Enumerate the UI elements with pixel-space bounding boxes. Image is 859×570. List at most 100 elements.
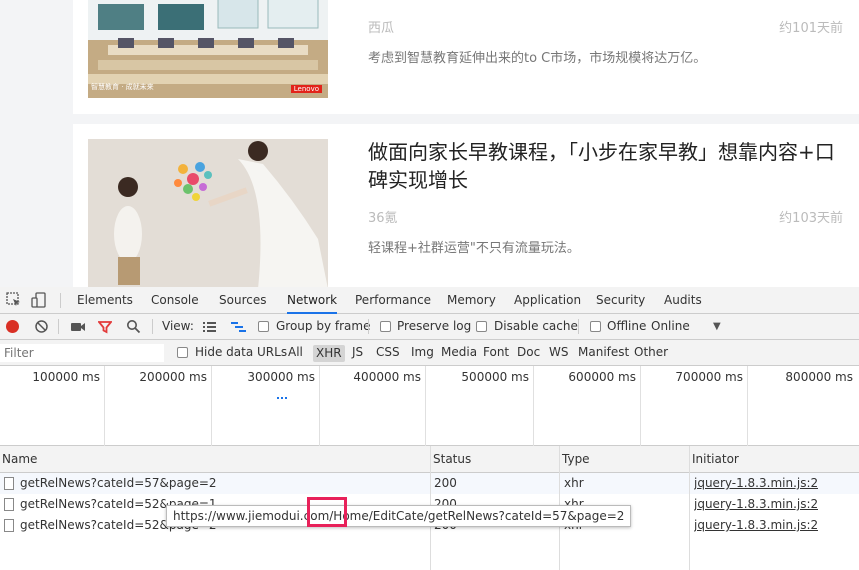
web-page: 智慧教育 · 成就未来 Lenovo 西瓜 约101天前 考虑到智慧教育延伸出来… — [0, 0, 859, 287]
tab-elements[interactable]: Elements — [77, 287, 133, 314]
filter-type-img[interactable]: Img — [411, 340, 434, 366]
offline-label: Offline — [607, 319, 647, 333]
timeline-column: 700000 ms — [641, 366, 748, 446]
devtools-panel: Elements Console Sources Network Perform… — [0, 287, 859, 570]
timeline-column: 200000 ms — [105, 366, 212, 446]
tab-application[interactable]: Application — [514, 287, 581, 314]
request-type: xhr — [564, 476, 584, 490]
article-thumbnail[interactable]: 智慧教育 · 成就未来 Lenovo — [88, 0, 328, 98]
article-source: 西瓜 — [368, 21, 395, 36]
filter-type-css[interactable]: CSS — [376, 340, 400, 366]
filter-type-all[interactable]: All — [288, 340, 303, 366]
article-source: 36氪 — [368, 211, 398, 226]
divider — [60, 293, 61, 308]
preserve-log-label: Preserve log — [397, 319, 472, 333]
filter-type-xhr[interactable]: XHR — [313, 345, 345, 362]
timeline-column: 800000 ms — [748, 366, 859, 446]
article-title[interactable]: 做面向家长早教课程，「小步在家早教」想靠内容+口碑实现增长 — [368, 138, 843, 194]
filter-type-js[interactable]: JS — [352, 340, 363, 366]
group-by-frame-checkbox[interactable] — [258, 321, 269, 332]
divider — [152, 319, 153, 334]
family-photo-image — [88, 139, 328, 287]
search-icon[interactable] — [126, 319, 141, 337]
request-initiator-link[interactable]: jquery-1.8.3.min.js:2 — [694, 515, 818, 536]
tooltip-url-suffix: /EditCate/getRelNews?cateId=57&page=2 — [368, 509, 625, 523]
divider — [58, 319, 59, 334]
clear-icon[interactable] — [34, 319, 49, 337]
tab-performance[interactable]: Performance — [355, 287, 431, 314]
document-icon — [4, 498, 14, 511]
view-label: View: — [162, 319, 194, 333]
divider — [578, 319, 579, 334]
article-time: 约101天前 — [779, 21, 843, 36]
tab-memory[interactable]: Memory — [447, 287, 496, 314]
list-view-icon[interactable] — [202, 321, 217, 336]
tab-network[interactable]: Network — [287, 287, 338, 314]
network-filter-bar: Hide data URLs All XHR JS CSS Img Media … — [0, 340, 859, 366]
timeline-tick-label: 600000 ms — [568, 370, 636, 384]
request-initiator-link[interactable]: jquery-1.8.3.min.js:2 — [694, 494, 818, 515]
devtools-tab-bar: Elements Console Sources Network Perform… — [0, 287, 859, 314]
timeline-tick-label: 700000 ms — [675, 370, 743, 384]
group-by-frame-label: Group by frame — [276, 319, 371, 333]
article-card[interactable]: 做面向家长早教课程，「小步在家早教」想靠内容+口碑实现增长 36氪 约103天前… — [73, 124, 859, 287]
filter-type-ws[interactable]: WS — [549, 340, 568, 366]
network-timeline-overview[interactable]: 100000 ms 200000 ms 300000 ms 400000 ms … — [0, 366, 859, 446]
disable-cache-label: Disable cache — [494, 319, 578, 333]
timeline-column: 100000 ms — [0, 366, 105, 446]
filter-type-media[interactable]: Media — [441, 340, 477, 366]
timeline-column: 500000 ms — [426, 366, 534, 446]
column-header-name[interactable]: Name — [0, 446, 430, 473]
screen: 智慧教育 · 成就未来 Lenovo 西瓜 约101天前 考虑到智慧教育延伸出来… — [0, 0, 859, 570]
filter-type-other[interactable]: Other — [634, 340, 668, 366]
record-icon[interactable] — [6, 320, 19, 333]
column-header-status[interactable]: Status — [431, 446, 559, 473]
tab-console[interactable]: Console — [151, 287, 199, 314]
article-description: 考虑到智慧教育延伸出来的to C市场，市场规模将达万亿。 — [368, 51, 707, 66]
disable-cache-checkbox[interactable] — [476, 321, 487, 332]
lenovo-logo: Lenovo — [290, 85, 322, 93]
document-icon — [4, 477, 14, 490]
timeline-tick-label: 100000 ms — [32, 370, 100, 384]
document-icon — [4, 519, 14, 532]
article-thumbnail[interactable] — [88, 139, 328, 287]
inspect-element-icon[interactable] — [5, 291, 23, 309]
tab-security[interactable]: Security — [596, 287, 645, 314]
divider — [368, 319, 369, 334]
timeline-tick-label: 800000 ms — [785, 370, 853, 384]
article-time: 约103天前 — [779, 211, 843, 226]
network-toolbar: View: Group by frame Preserve log Disabl… — [0, 314, 859, 340]
column-header-initiator[interactable]: Initiator — [690, 446, 859, 473]
tab-audits[interactable]: Audits — [664, 287, 702, 314]
filter-type-font[interactable]: Font — [483, 340, 509, 366]
column-header-type[interactable]: Type — [560, 446, 689, 473]
article-card[interactable]: 智慧教育 · 成就未来 Lenovo 西瓜 约101天前 考虑到智慧教育延伸出来… — [73, 0, 859, 114]
waterfall-view-icon[interactable] — [230, 321, 247, 336]
filter-funnel-icon[interactable] — [97, 320, 113, 337]
filter-type-manifest[interactable]: Manifest — [578, 340, 629, 366]
timeline-tick-label: 200000 ms — [139, 370, 207, 384]
request-initiator-link[interactable]: jquery-1.8.3.min.js:2 — [694, 473, 818, 494]
throttling-select[interactable]: Online — [651, 314, 690, 340]
timeline-column: 300000 ms — [212, 366, 320, 446]
chevron-down-icon[interactable]: ▼ — [713, 314, 721, 340]
column-divider[interactable] — [689, 446, 690, 570]
hide-data-urls-checkbox[interactable] — [177, 347, 188, 358]
preserve-log-checkbox[interactable] — [380, 321, 391, 332]
timeline-column: 400000 ms — [320, 366, 426, 446]
request-name[interactable]: getRelNews?cateId=57&page=2 — [20, 473, 425, 494]
highlight-annotation-box — [307, 497, 347, 527]
timeline-tick-label: 500000 ms — [461, 370, 529, 384]
offline-checkbox[interactable] — [590, 321, 601, 332]
device-toolbar-icon[interactable] — [30, 291, 48, 309]
filter-input[interactable] — [0, 344, 164, 362]
tab-sources[interactable]: Sources — [219, 287, 266, 314]
timeline-column: 600000 ms — [534, 366, 641, 446]
hide-data-urls-label: Hide data URLs — [195, 345, 288, 359]
request-bar — [277, 397, 287, 399]
filter-type-doc[interactable]: Doc — [517, 340, 540, 366]
timeline-tick-label: 400000 ms — [353, 370, 421, 384]
video-camera-icon[interactable] — [70, 321, 86, 336]
timeline-tick-label: 300000 ms — [247, 370, 315, 384]
thumb-caption-left: 智慧教育 · 成就未来 — [91, 83, 154, 91]
